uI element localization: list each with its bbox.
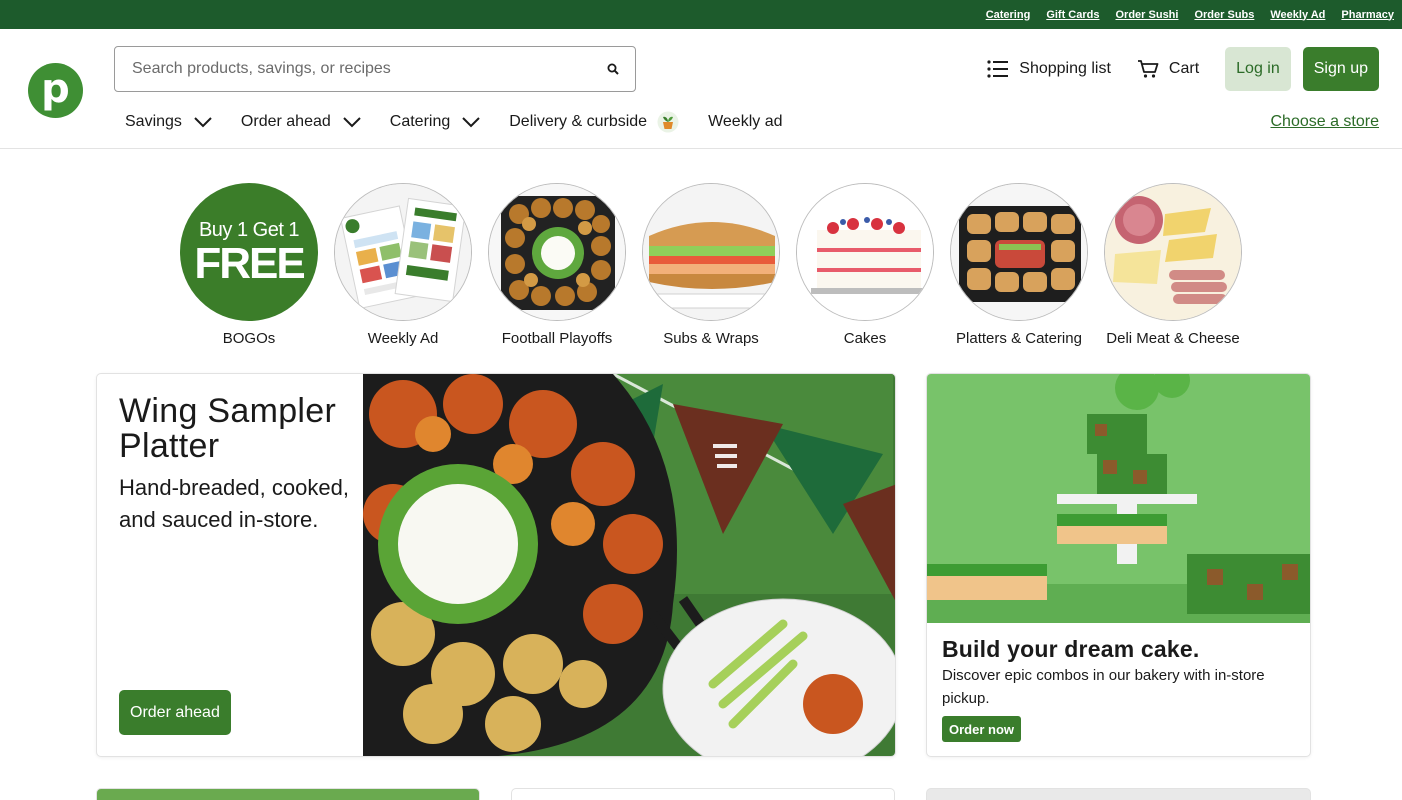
category-label: Weekly Ad bbox=[367, 330, 439, 347]
nav-item-label: Order ahead bbox=[240, 113, 331, 130]
category-label: Football Playoffs bbox=[501, 330, 613, 347]
search-button[interactable] bbox=[591, 47, 635, 91]
publix-logo[interactable]: p bbox=[28, 63, 83, 118]
main-nav: Savings Order ahead Catering Delivery & … bbox=[125, 107, 811, 137]
plant-pot-icon bbox=[657, 111, 679, 133]
search-bar bbox=[114, 46, 636, 92]
utility-link-pharmacy[interactable]: Pharmacy bbox=[1341, 9, 1394, 21]
nav-item-catering[interactable]: Catering bbox=[390, 113, 480, 131]
promo-card-partial[interactable] bbox=[96, 788, 480, 800]
utility-link-weekly-ad[interactable]: Weekly Ad bbox=[1270, 9, 1325, 21]
category-subs-wraps[interactable]: Subs & Wraps bbox=[634, 183, 788, 347]
promo-subtitle: Hand-breaded, cooked, and sauced in-stor… bbox=[119, 475, 349, 532]
signup-button[interactable]: Sign up bbox=[1302, 47, 1379, 91]
bogo-line2: FREE bbox=[194, 238, 305, 288]
utility-links: Catering Gift Cards Order Sushi Order Su… bbox=[986, 0, 1394, 29]
shopping-list-label: Shopping list bbox=[1019, 60, 1111, 77]
utility-bar: Catering Gift Cards Order Sushi Order Su… bbox=[0, 0, 1402, 29]
promo-card-dream-cake: Build your dream cake. Discover epic com… bbox=[926, 373, 1311, 757]
category-weekly-ad[interactable]: Weekly Ad bbox=[326, 183, 480, 347]
nav-item-label: Delivery & curbside bbox=[509, 113, 648, 130]
category-label: Cakes bbox=[843, 330, 887, 347]
promo-card-wing-sampler: Wing Sampler Platter Hand-breaded, cooke… bbox=[96, 373, 896, 757]
nav-item-label: Savings bbox=[125, 113, 182, 130]
search-icon bbox=[607, 63, 619, 75]
category-label: Platters & Catering bbox=[956, 330, 1082, 347]
nav-item-label: Catering bbox=[389, 113, 451, 130]
promo-description: Discover epic combos in our bakery with … bbox=[942, 667, 1265, 707]
wing-platter-photo bbox=[363, 374, 895, 756]
nav-item-order-ahead[interactable]: Order ahead bbox=[241, 113, 361, 131]
order-ahead-button[interactable]: Order ahead bbox=[119, 690, 231, 735]
choose-store-link[interactable]: Choose a store bbox=[1270, 113, 1379, 131]
category-deli-meat-cheese[interactable]: Deli Meat & Cheese bbox=[1096, 183, 1250, 347]
shopping-list-link[interactable]: Shopping list bbox=[987, 60, 1111, 78]
promo-text: Wing Sampler Platter Hand-breaded, cooke… bbox=[119, 394, 349, 536]
utility-link-order-sushi[interactable]: Order Sushi bbox=[1116, 9, 1179, 21]
deli-board-icon bbox=[1104, 183, 1242, 321]
cake-photo bbox=[927, 374, 1310, 623]
nav-item-delivery-curbside[interactable]: Delivery & curbside bbox=[509, 111, 679, 133]
promo-title: Build your dream cake. bbox=[942, 636, 1200, 662]
sandwich-platter-icon bbox=[950, 183, 1088, 321]
category-label: Subs & Wraps bbox=[663, 330, 759, 347]
category-cakes[interactable]: Cakes bbox=[788, 183, 942, 347]
wing-platter-icon bbox=[488, 183, 626, 321]
list-icon bbox=[987, 60, 1009, 78]
search-input[interactable] bbox=[115, 47, 591, 91]
cart-icon bbox=[1137, 60, 1159, 78]
category-label: BOGOs bbox=[222, 330, 276, 347]
logo-letter: p bbox=[41, 65, 70, 112]
nav-item-savings[interactable]: Savings bbox=[125, 113, 212, 131]
nav-item-weekly-ad[interactable]: Weekly ad bbox=[708, 113, 782, 131]
category-football-playoffs[interactable]: Football Playoffs bbox=[480, 183, 634, 347]
login-button[interactable]: Log in bbox=[1225, 47, 1291, 91]
category-bogos[interactable]: Buy 1 Get 1 FREE BOGOs bbox=[172, 183, 326, 347]
promo-card-partial[interactable] bbox=[511, 788, 895, 800]
utility-link-gift-cards[interactable]: Gift Cards bbox=[1046, 9, 1099, 21]
nav-item-label: Weekly ad bbox=[708, 113, 783, 130]
order-now-button[interactable]: Order now bbox=[942, 716, 1022, 742]
cart-link[interactable]: Cart bbox=[1137, 59, 1199, 79]
chevron-down-icon bbox=[462, 116, 480, 127]
cart-label: Cart bbox=[1168, 60, 1200, 77]
promo-card-partial[interactable] bbox=[926, 788, 1311, 800]
utility-link-order-subs[interactable]: Order Subs bbox=[1194, 9, 1254, 21]
cake-slice-icon bbox=[796, 183, 934, 321]
chevron-down-icon bbox=[343, 116, 361, 127]
category-label: Deli Meat & Cheese bbox=[1106, 330, 1240, 347]
bogo-badge-icon: Buy 1 Get 1 FREE bbox=[180, 183, 318, 321]
utility-link-catering[interactable]: Catering bbox=[986, 9, 1031, 21]
weekly-ad-flyer-icon bbox=[334, 183, 472, 321]
chevron-down-icon bbox=[194, 116, 212, 127]
header-actions: Shopping list Cart Log in Sign up bbox=[987, 46, 1379, 92]
category-platters-catering[interactable]: Platters & Catering bbox=[942, 183, 1096, 347]
site-header: p Shopping list Cart Log in bbox=[0, 29, 1402, 149]
sub-sandwich-icon bbox=[642, 183, 780, 321]
category-carousel: Buy 1 Get 1 FREE BOGOs Weekly Ad Footbal… bbox=[172, 183, 1250, 347]
promo-title: Wing Sampler Platter bbox=[119, 392, 337, 465]
